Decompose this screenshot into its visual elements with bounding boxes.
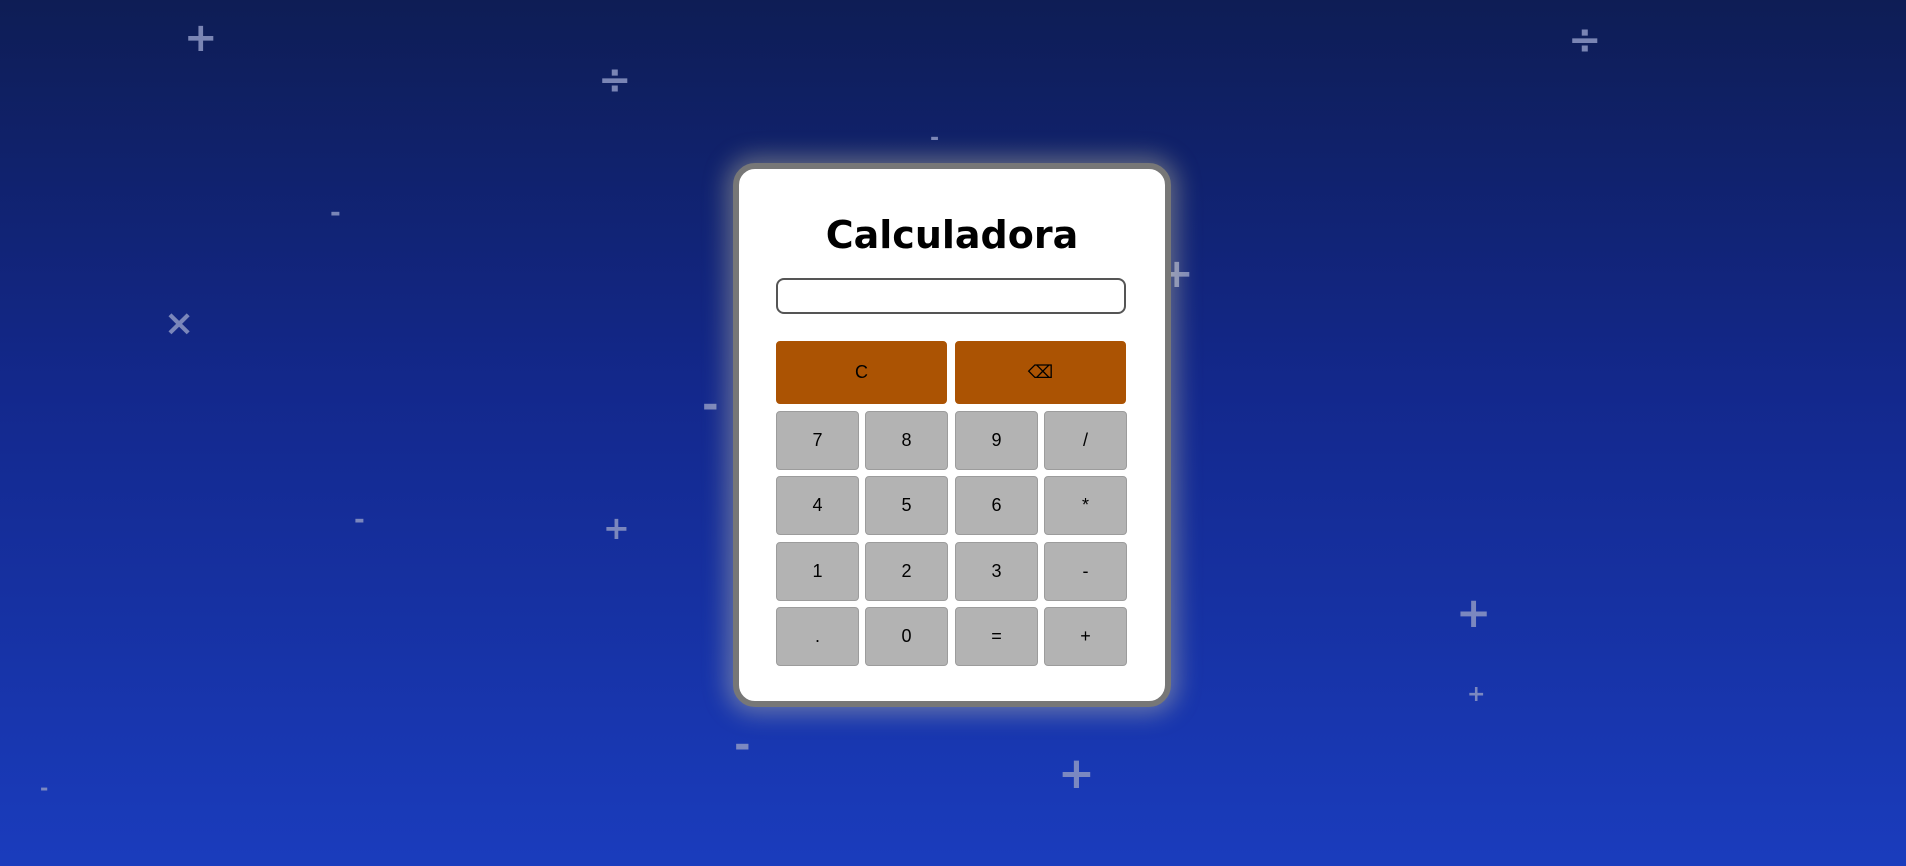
backspace-button[interactable]: ⌫ — [955, 341, 1126, 404]
calculator-display[interactable] — [776, 278, 1126, 314]
decimal-button[interactable]: . — [776, 607, 859, 666]
key-4-button[interactable]: 4 — [776, 476, 859, 535]
key-1-button[interactable]: 1 — [776, 542, 859, 601]
multiply-button[interactable]: * — [1044, 476, 1127, 535]
plus-symbol-decoration: + — [1058, 748, 1095, 799]
plus-symbol-decoration: + — [1456, 588, 1492, 637]
key-9-button[interactable]: 9 — [955, 411, 1038, 470]
equals-button[interactable]: = — [955, 607, 1038, 666]
minus-symbol-decoration: - — [734, 722, 751, 768]
calculator-card: Calculadora C ⌫ 7 8 9 / 4 5 6 * 1 2 3 - … — [733, 163, 1171, 707]
plus-symbol-decoration: + — [1467, 682, 1486, 707]
key-8-button[interactable]: 8 — [865, 411, 948, 470]
minus-symbol-decoration: - — [40, 776, 49, 800]
minus-symbol-decoration: - — [330, 198, 341, 228]
key-5-button[interactable]: 5 — [865, 476, 948, 535]
divide-button[interactable]: / — [1044, 411, 1127, 470]
key-3-button[interactable]: 3 — [955, 542, 1038, 601]
divide-symbol-decoration: ÷ — [1568, 17, 1602, 63]
calculator-title: Calculadora — [825, 213, 1079, 257]
key-2-button[interactable]: 2 — [865, 542, 948, 601]
minus-symbol-decoration: - — [930, 126, 940, 151]
times-symbol-decoration: × — [164, 303, 195, 344]
minus-symbol-decoration: - — [702, 382, 719, 428]
add-button[interactable]: + — [1044, 607, 1127, 666]
divide-symbol-decoration: ÷ — [598, 57, 632, 103]
minus-symbol-decoration: - — [354, 505, 365, 535]
plus-symbol-decoration: + — [184, 15, 218, 61]
key-7-button[interactable]: 7 — [776, 411, 859, 470]
key-0-button[interactable]: 0 — [865, 607, 948, 666]
plus-symbol-decoration: + — [603, 509, 630, 547]
key-6-button[interactable]: 6 — [955, 476, 1038, 535]
subtract-button[interactable]: - — [1044, 542, 1127, 601]
clear-button[interactable]: C — [776, 341, 947, 404]
